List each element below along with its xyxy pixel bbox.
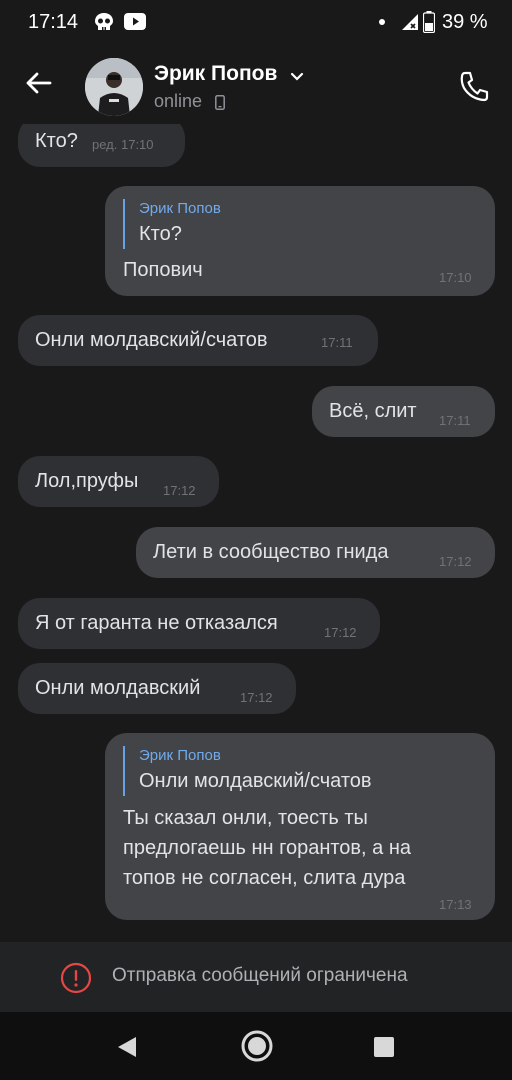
back-arrow-icon[interactable]: [22, 66, 56, 100]
contact-name[interactable]: Эрик Попов: [154, 62, 277, 86]
battery-percent: 39 %: [442, 11, 488, 33]
message-time: 17:13: [439, 897, 472, 912]
battery-icon: [423, 11, 435, 33]
message-text: Я от гаранта не отказался: [35, 612, 278, 634]
restriction-banner: Отправка сообщений ограничена: [0, 942, 512, 1012]
message-bubble-outgoing[interactable]: Лети в сообщество гнида 17:12: [136, 527, 495, 578]
message-time: 17:11: [439, 413, 471, 428]
avatar[interactable]: [85, 58, 143, 116]
notification-dot-icon: [379, 19, 385, 25]
message-text: Онли молдавский: [35, 677, 201, 699]
message-bubble-incoming[interactable]: Кто? ред. 17:10: [18, 124, 185, 167]
warning-circle-icon: [60, 962, 92, 994]
signal-icon: [402, 14, 418, 30]
status-time: 17:14: [28, 11, 79, 33]
message-time: 17:12: [324, 625, 357, 640]
message-text: Всё, слит: [329, 400, 417, 422]
mobile-phone-icon: [215, 95, 225, 110]
reply-text: Онли молдавский/счатов: [139, 770, 372, 792]
message-text: Попович: [123, 259, 203, 281]
message-list[interactable]: Кто? ред. 17:10 Эрик Попов Кто? Попович …: [0, 124, 512, 942]
skull-icon: [95, 13, 113, 30]
presence-status: online: [154, 91, 203, 111]
nav-home-icon[interactable]: [240, 1029, 274, 1063]
message-text: Ты сказал онли, тоесть ты предлогаешь нн…: [123, 807, 412, 889]
message-time: ред. 17:10: [92, 137, 154, 152]
message-time: 17:12: [439, 554, 472, 569]
message-bubble-incoming[interactable]: Я от гаранта не отказался 17:12: [18, 598, 380, 649]
message-bubble-outgoing[interactable]: Всё, слит 17:11: [312, 386, 495, 437]
message-time: 17:12: [163, 483, 196, 498]
youtube-icon: [124, 13, 146, 30]
message-time: 17:10: [439, 270, 472, 285]
reply-text: Кто?: [139, 223, 182, 245]
reply-quote[interactable]: Эрик Попов Онли молдавский/счатов: [123, 746, 372, 796]
reply-author: Эрик Попов: [139, 200, 221, 217]
message-text: Онли молдавский/счатов: [35, 329, 268, 351]
message-bubble-incoming[interactable]: Онли молдавский 17:12: [18, 663, 296, 714]
restriction-text: Отправка сообщений ограничена: [112, 965, 408, 986]
message-text: Кто?: [35, 130, 78, 152]
message-bubble-outgoing[interactable]: Эрик Попов Кто? Попович 17:10: [105, 186, 495, 296]
chevron-down-icon[interactable]: [290, 72, 304, 82]
message-bubble-outgoing[interactable]: Эрик Попов Онли молдавский/счатов Ты ска…: [105, 733, 495, 920]
message-text: Лети в сообщество гнида: [153, 541, 389, 563]
phone-call-icon[interactable]: [456, 68, 494, 106]
chat-header: Эрик Попов online: [0, 44, 512, 124]
reply-author: Эрик Попов: [139, 747, 221, 764]
message-bubble-incoming[interactable]: Онли молдавский/счатов 17:11: [18, 315, 378, 366]
message-bubble-incoming[interactable]: Лол,пруфы 17:12: [18, 456, 219, 507]
nav-recents-icon[interactable]: [373, 1036, 395, 1058]
system-navigation-bar: [0, 1012, 512, 1080]
reply-quote[interactable]: Эрик Попов Кто?: [123, 199, 221, 249]
message-text: Лол,пруфы: [35, 470, 139, 492]
message-time: 17:11: [321, 335, 353, 350]
status-bar: 17:14 39 %: [0, 0, 512, 44]
nav-back-icon[interactable]: [116, 1035, 138, 1059]
message-time: 17:12: [240, 690, 273, 705]
